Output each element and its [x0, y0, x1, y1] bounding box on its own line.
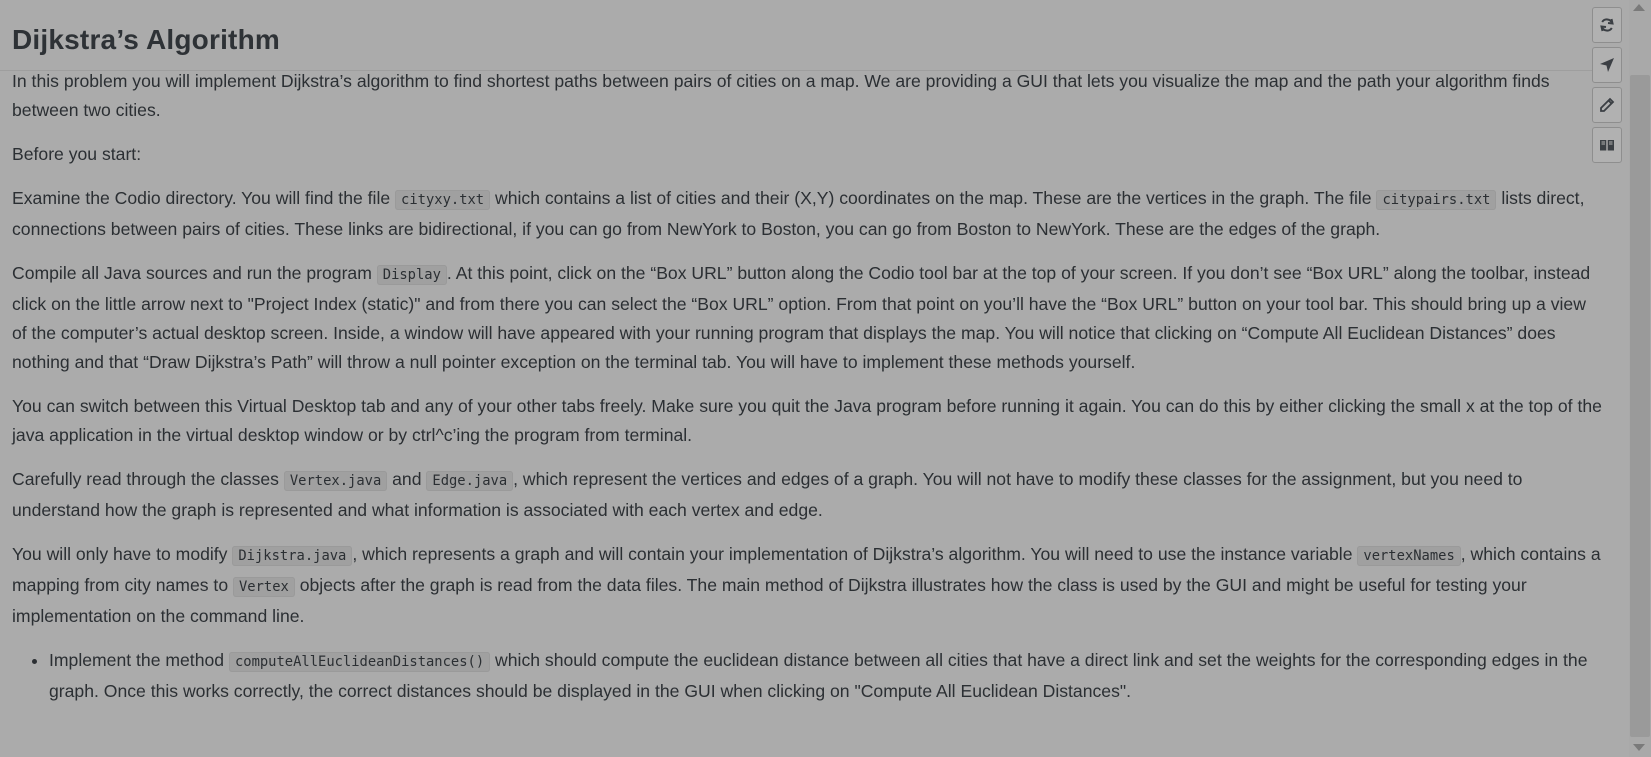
code-vertexnames: vertexNames — [1357, 546, 1461, 566]
intro-paragraph: In this problem you will implement Dijks… — [12, 71, 1550, 120]
guide-content: Dijkstra’s Algorithm In this problem you… — [0, 0, 1628, 757]
modify-paragraph: You will only have to modify Dijkstra.ja… — [12, 540, 1602, 631]
title-divider — [0, 70, 1592, 71]
text-run: and — [387, 469, 427, 489]
scrollbar-thumb[interactable] — [1630, 75, 1650, 737]
switch-paragraph: You can switch between this Virtual Desk… — [12, 396, 1602, 445]
text-run: which contains a list of cities and thei… — [490, 188, 1377, 208]
code-vertex: Vertex — [233, 577, 295, 597]
task-list: Implement the method computeAllEuclidean… — [12, 646, 1609, 706]
scroll-down-arrow-icon[interactable] — [1633, 744, 1645, 751]
code-edge-java: Edge.java — [426, 471, 514, 491]
page-title: Dijkstra’s Algorithm — [12, 24, 280, 55]
code-display: Display — [376, 265, 447, 285]
list-item: Implement the method computeAllEuclidean… — [49, 646, 1609, 706]
before-paragraph: Before you start: — [12, 144, 142, 164]
examine-paragraph: Examine the Codio directory. You will fi… — [12, 184, 1602, 244]
side-toolbar — [1592, 7, 1624, 167]
book-icon — [1599, 137, 1615, 153]
pencil-icon — [1599, 97, 1615, 113]
code-compute-all: computeAllEuclideanDistances() — [228, 652, 491, 672]
text-run: Compile all Java sources and run the pro… — [12, 263, 377, 283]
refresh-icon — [1599, 17, 1615, 33]
text-run: You will only have to modify — [12, 544, 233, 564]
scroll-up-arrow-icon[interactable] — [1633, 4, 1645, 11]
compile-paragraph: Compile all Java sources and run the pro… — [12, 259, 1602, 377]
navigate-icon — [1599, 57, 1615, 73]
classes-paragraph: Carefully read through the classes Verte… — [12, 465, 1602, 525]
text-run: Implement the method — [49, 650, 229, 670]
code-dijkstra-java: Dijkstra.java — [232, 546, 353, 566]
code-citypairs: citypairs.txt — [1376, 190, 1497, 210]
text-run: Carefully read through the classes — [12, 469, 284, 489]
code-cityxy: cityxy.txt — [395, 190, 491, 210]
text-run: Examine the Codio directory. You will fi… — [12, 188, 396, 208]
book-button[interactable] — [1592, 127, 1622, 163]
navigate-button[interactable] — [1592, 47, 1622, 83]
refresh-button[interactable] — [1592, 7, 1622, 43]
edit-button[interactable] — [1592, 87, 1622, 123]
text-run: , which represents a graph and will cont… — [352, 544, 1358, 564]
code-vertex-java: Vertex.java — [283, 471, 388, 491]
